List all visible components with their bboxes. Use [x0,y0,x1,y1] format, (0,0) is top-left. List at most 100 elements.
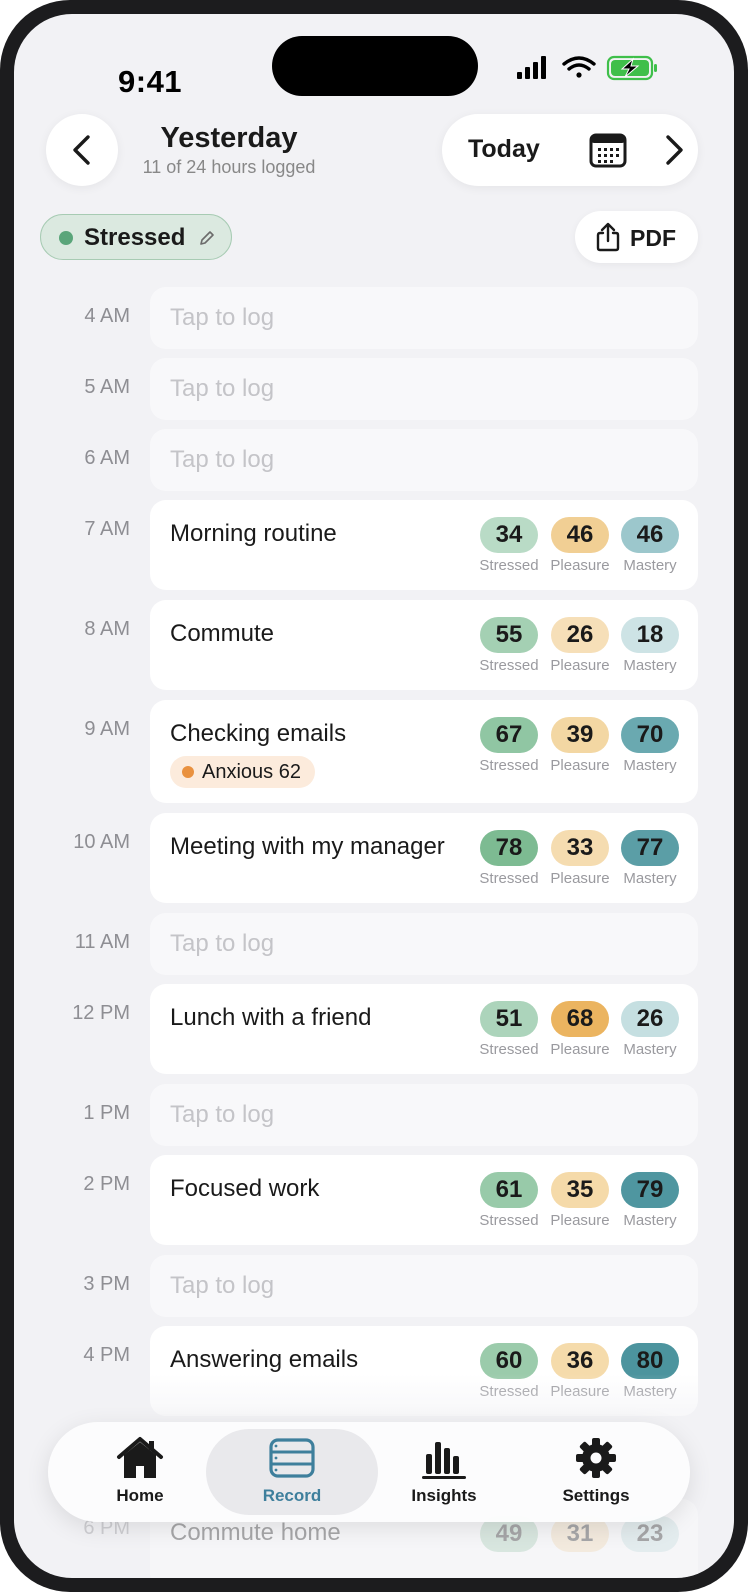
hour-label: 4 PM [83,1344,130,1366]
mastery-score: 77 [621,830,679,866]
tap-to-log-placeholder: Tap to log [170,446,275,473]
mood-dot [59,231,73,245]
back-button[interactable] [46,114,118,186]
mastery-label: Mastery [623,1212,677,1229]
log-entry-card[interactable]: Meeting with my manager 78 Stressed 33 P… [150,813,698,903]
empty-log-slot[interactable]: Tap to log [150,358,698,420]
hour-label: 6 AM [84,447,130,469]
mood-label: Stressed [84,224,186,251]
log-entry-card[interactable]: Commute 55 Stressed 26 Pleasure 18 Maste… [150,600,698,690]
tab-settings-label: Settings [562,1486,630,1505]
tap-to-log-placeholder: Tap to log [170,375,275,402]
tab-record-label: Record [262,1486,322,1505]
tab-insights-label: Insights [411,1486,477,1505]
stressed-score: 67 [480,717,538,753]
export-pdf-button[interactable]: PDF [575,211,698,263]
stressed-label: Stressed [479,657,539,674]
pleasure-score: 46 [551,517,609,553]
battery-icon [606,55,657,81]
stressed-score: 61 [480,1172,538,1208]
log-entry-card[interactable]: Lunch with a friend 51 Stressed 68 Pleas… [150,984,698,1074]
pleasure-label: Pleasure [550,870,610,887]
mood-chip[interactable]: Stressed [40,214,232,260]
stressed-label: Stressed [479,1041,539,1058]
log-entry-card[interactable]: Checking emails Anxious 62 67 Stressed 3… [150,700,698,803]
pencil-icon [200,231,214,245]
empty-log-slot[interactable]: Tap to log [150,913,698,975]
stressed-label: Stressed [479,1212,539,1229]
status-time: 9:41 [118,64,183,99]
log-entry-card[interactable]: Focused work 61 Stressed 35 Pleasure 79 … [150,1155,698,1245]
tab-home[interactable]: Home [60,1422,220,1522]
phone-frame: 9:41 Yesterday 11 of 24 hours logged Tod… [0,0,748,1592]
activity-name: Checking emails [170,720,347,747]
mastery-score: 70 [621,717,679,753]
hour-label: 9 AM [84,718,130,740]
stressed-score: 34 [480,517,538,553]
mastery-score: 46 [621,517,679,553]
pleasure-label: Pleasure [550,657,610,674]
tap-to-log-placeholder: Tap to log [170,304,275,331]
hour-label: 4 AM [84,305,130,327]
wifi-icon [562,56,596,78]
activity-name: Lunch with a friend [170,1004,372,1031]
mastery-label: Mastery [623,557,677,574]
mastery-label: Mastery [623,657,677,674]
activity-name: Morning routine [170,520,337,547]
activity-name: Commute [170,620,275,647]
stressed-label: Stressed [479,870,539,887]
hour-label: 3 PM [83,1273,130,1295]
hour-label: 12 PM [72,1002,130,1024]
hour-label: 1 PM [83,1102,130,1124]
calendar-button[interactable] [588,131,628,169]
tab-settings[interactable]: Settings [516,1422,676,1522]
pleasure-score: 35 [551,1172,609,1208]
next-day-button[interactable] [662,134,686,166]
tab-insights[interactable]: Insights [364,1422,524,1522]
pdf-label: PDF [630,225,676,251]
hour-label: 5 AM [84,376,130,398]
hours-logged-subtitle: 11 of 24 hours logged [142,157,316,177]
tab-bar: Home Record Insights Settings [48,1422,690,1522]
hour-label: 8 AM [84,618,130,640]
chevron-right-icon [666,135,683,165]
emotion-tag[interactable]: Anxious 62 [170,756,315,788]
calendar-icon [589,133,627,168]
chevron-left-icon [73,135,90,165]
emotion-tag-label: Anxious 62 [202,761,301,783]
empty-log-slot[interactable]: Tap to log [150,1084,698,1146]
date-navigator: Today [442,114,698,186]
stressed-label: Stressed [479,557,539,574]
hour-label: 10 AM [73,831,130,853]
activity-name: Commute home [170,1519,341,1546]
stressed-score: 78 [480,830,538,866]
stressed-score: 55 [480,617,538,653]
tab-record[interactable]: Record [212,1422,372,1522]
mastery-score: 79 [621,1172,679,1208]
activity-name: Meeting with my manager [170,833,445,860]
today-button[interactable]: Today [468,135,540,164]
empty-log-slot[interactable]: Tap to log [150,1255,698,1317]
tab-home-label: Home [116,1486,164,1505]
pleasure-score: 39 [551,717,609,753]
mastery-label: Mastery [623,1041,677,1058]
mastery-label: Mastery [623,870,677,887]
pleasure-label: Pleasure [550,1041,610,1058]
emotion-tag-dot [182,766,194,778]
pleasure-score: 68 [551,1001,609,1037]
house-icon [117,1437,163,1478]
tap-to-log-placeholder: Tap to log [170,1101,275,1128]
empty-log-slot[interactable]: Tap to log [150,287,698,349]
mastery-label: Mastery [623,757,677,774]
bar-chart-icon [422,1442,466,1479]
pleasure-label: Pleasure [550,557,610,574]
stressed-label: Stressed [479,757,539,774]
signal-icon [517,56,546,79]
stressed-score: 51 [480,1001,538,1037]
empty-log-slot[interactable]: Tap to log [150,429,698,491]
tap-to-log-placeholder: Tap to log [170,930,275,957]
app-screen: 9:41 Yesterday 11 of 24 hours logged Tod… [14,14,734,1578]
log-entry-card[interactable]: Morning routine 34 Stressed 46 Pleasure … [150,500,698,590]
gear-icon [576,1438,616,1478]
page-title: Yesterday [160,122,298,154]
